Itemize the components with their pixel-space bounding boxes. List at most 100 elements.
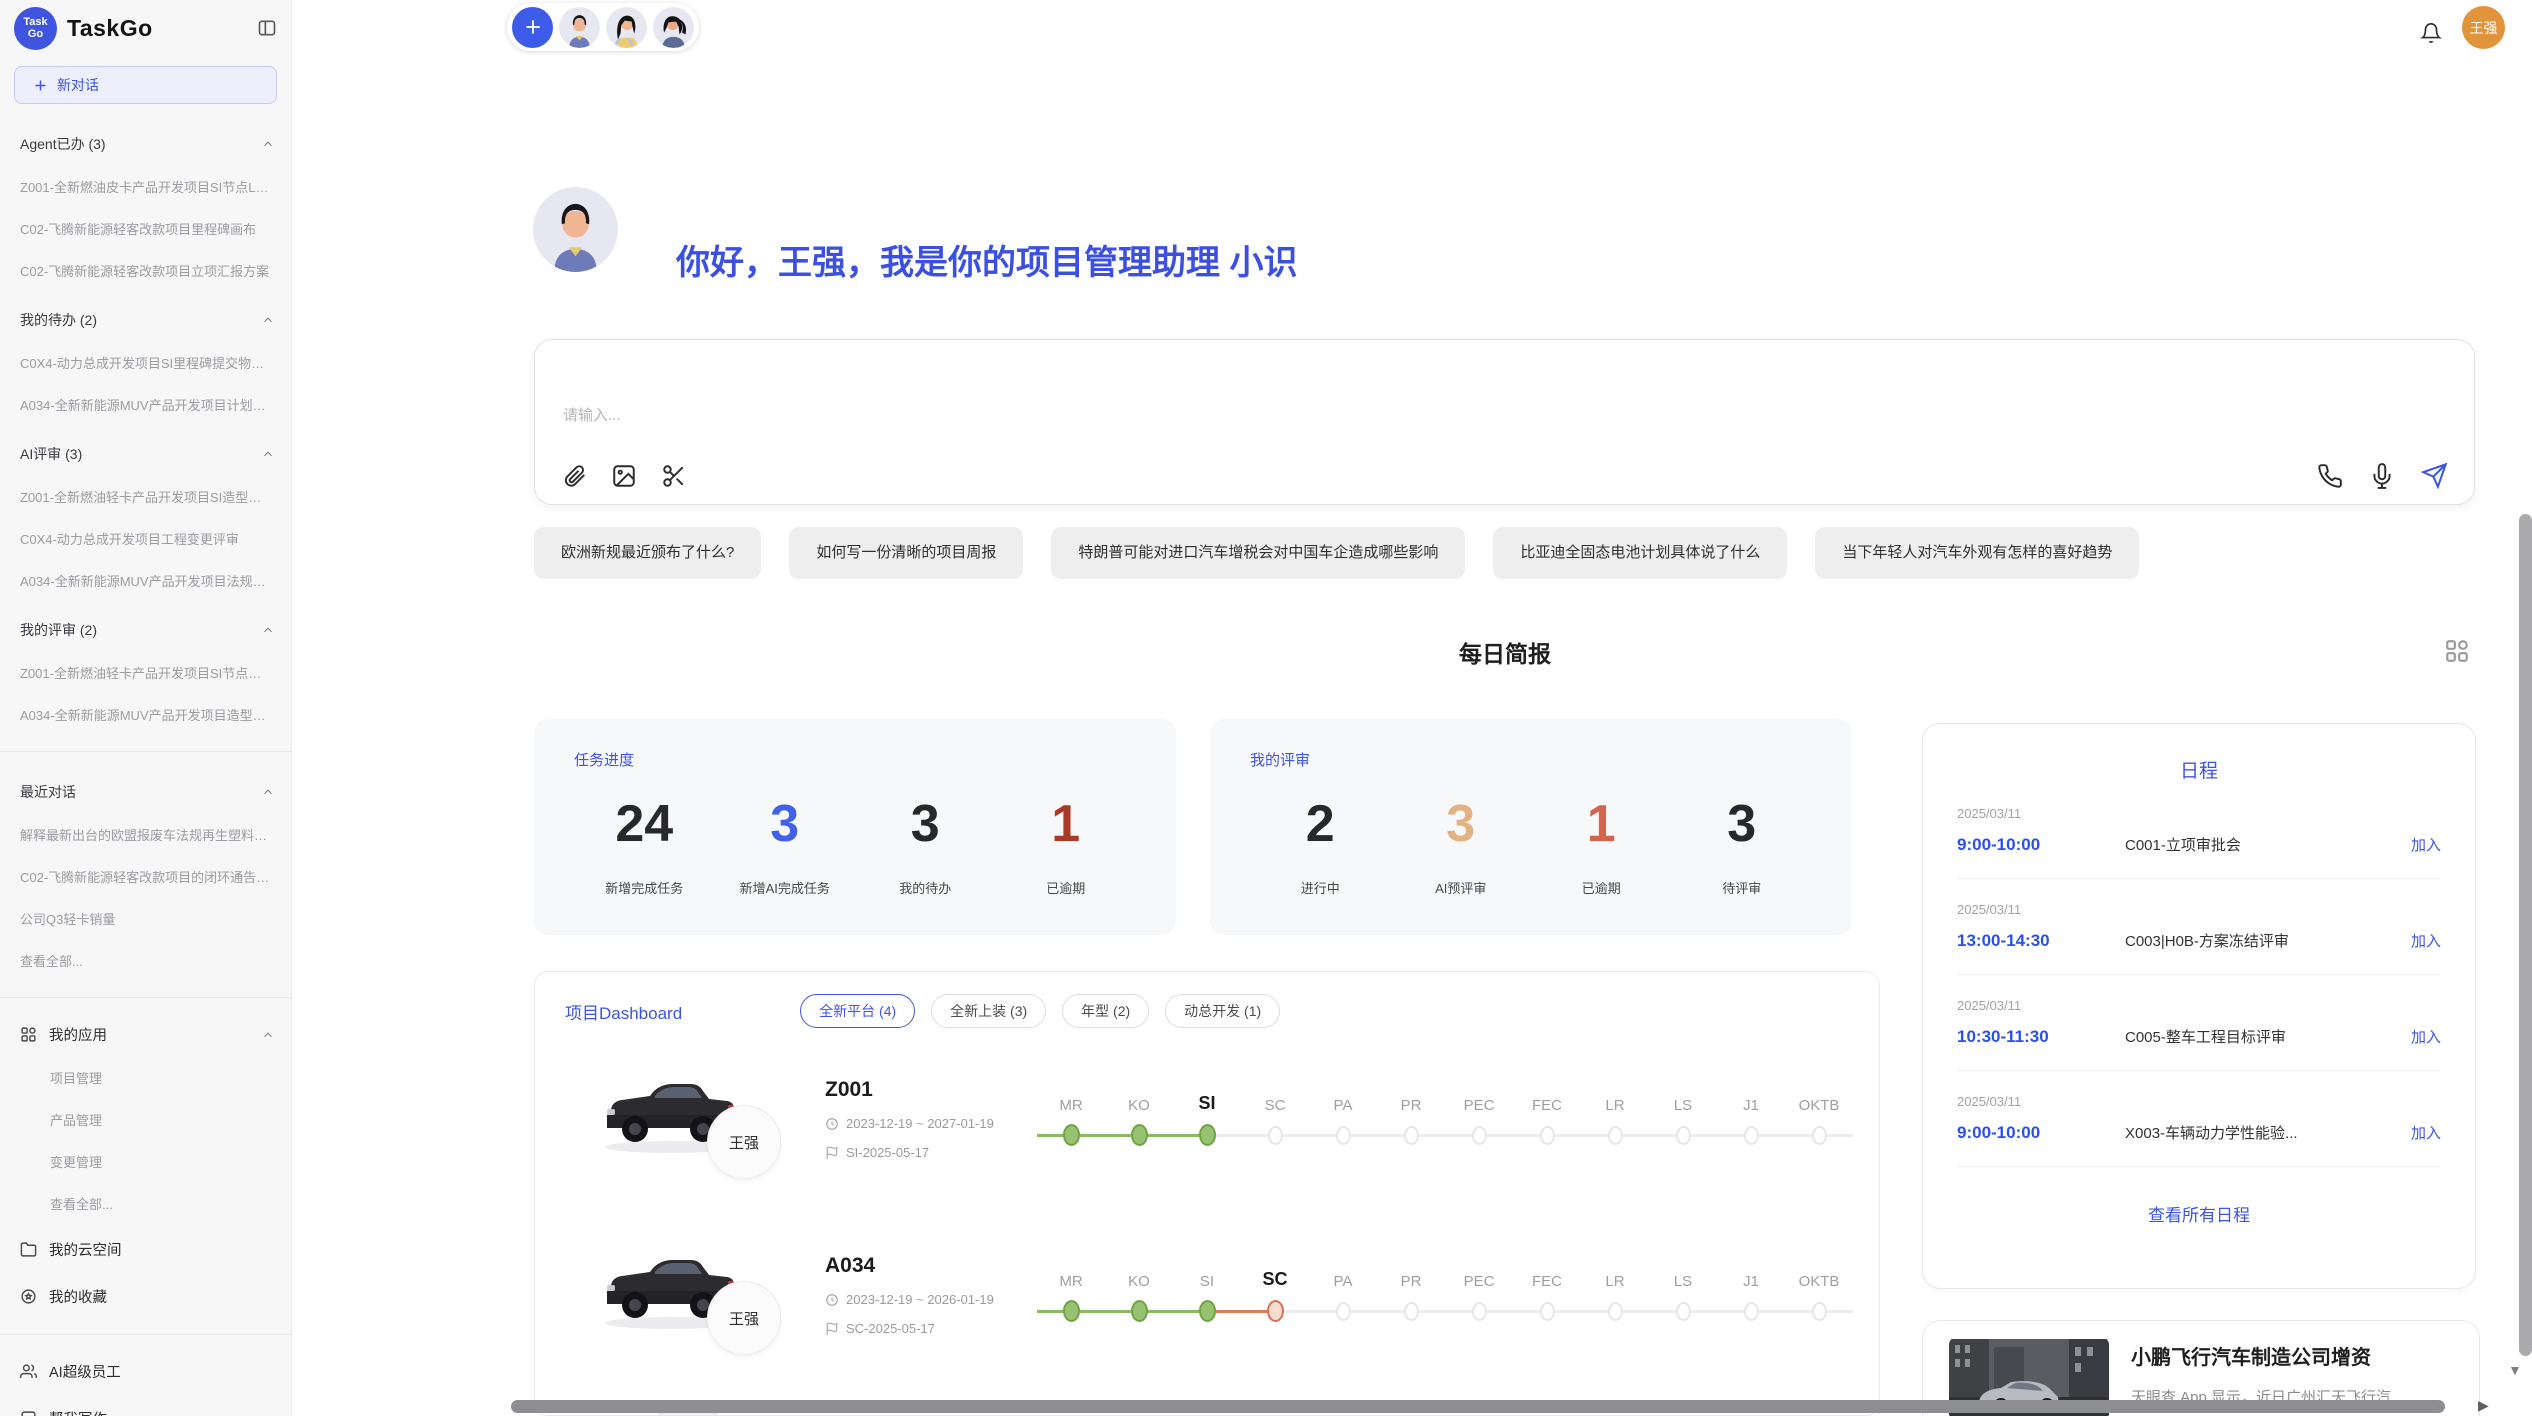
new-chat-label: 新对话 xyxy=(57,75,99,95)
chevron-up-icon[interactable] xyxy=(261,1028,275,1042)
sidebar-item[interactable]: C0X4-动力总成开发项目SI里程碑提交物检查 xyxy=(0,353,291,372)
view-all-schedule-link[interactable]: 查看所有日程 xyxy=(1923,1201,2475,1226)
schedule-entry: 2025/03/11 9:00-10:00 C001-立项审批会 加入 xyxy=(1923,806,2475,879)
project-code: Z001 xyxy=(825,1078,1037,1102)
microphone-icon[interactable] xyxy=(2369,463,2395,489)
sidebar-collapse-icon[interactable] xyxy=(257,18,277,38)
sidebar-item[interactable]: A034-全新新能源MUV产品开发项目计划变更表编写 xyxy=(0,395,291,414)
suggestion-chip[interactable]: 欧洲新规最近颁布了什么? xyxy=(534,527,761,579)
recent-view-all-link[interactable]: 查看全部... xyxy=(0,951,291,970)
chevron-up-icon[interactable] xyxy=(261,623,275,637)
project-row[interactable]: 王强 Z001 2023-12-19 ~ 2027-01-19 xyxy=(535,1034,1879,1204)
milestone-line xyxy=(1445,1134,1472,1137)
phone-icon[interactable] xyxy=(2317,463,2343,489)
chevron-up-icon[interactable] xyxy=(261,785,275,799)
dashboard-tab[interactable]: 动总开发 (1) xyxy=(1165,994,1280,1028)
chevron-up-icon[interactable] xyxy=(261,447,275,461)
image-icon[interactable] xyxy=(611,463,637,489)
sidebar-section: 我的评审 (2) Z001-全新燃油轻卡产品开发项目SI节点属性5D文件评审 A… xyxy=(0,620,291,724)
dashboard-tab[interactable]: 全新平台 (4) xyxy=(800,994,915,1028)
suggestion-chip[interactable]: 比亚迪全固态电池计划具体说了什么 xyxy=(1493,527,1787,579)
milestone: KO xyxy=(1105,1088,1173,1152)
recent-chat-item[interactable]: 解释最新出台的欧盟报废车法规再生塑料比例被调至15%... xyxy=(0,825,291,844)
sidebar-item[interactable]: Z001-全新燃油轻卡产品开发项目SI造型提交物评审 xyxy=(0,487,291,506)
milestone-dot xyxy=(1608,1302,1623,1321)
scissors-icon[interactable] xyxy=(661,463,687,489)
avatar[interactable] xyxy=(559,7,600,48)
sidebar-item-ai-staff[interactable]: AI超级员工 xyxy=(0,1361,291,1382)
project-image: 王强 xyxy=(595,1225,825,1365)
project-date-range: 2023-12-19 ~ 2026-01-19 xyxy=(846,1292,994,1307)
sidebar-item[interactable]: Z001-全新燃油皮卡产品开发项目SI节点Lesson Learn报告 xyxy=(0,177,291,196)
milestone-line xyxy=(1309,1134,1336,1137)
recent-chats-header[interactable]: 最近对话 xyxy=(0,782,291,802)
apps-view-all-link[interactable]: 查看全部... xyxy=(0,1194,291,1213)
milestone-line xyxy=(1649,1310,1676,1313)
milestone-label: J1 xyxy=(1743,1264,1759,1290)
join-link[interactable]: 加入 xyxy=(2411,930,2441,951)
vertical-scrollbar-thumb[interactable] xyxy=(2519,514,2532,1356)
scroll-down-arrow-icon[interactable]: ▼ xyxy=(2508,1362,2522,1378)
sidebar-item-cloud-space[interactable]: 我的云空间 xyxy=(0,1239,291,1260)
milestone: KO xyxy=(1105,1264,1173,1328)
sidebar-item[interactable]: A034-全新新能源MUV产品开发项目造型可行性评审 xyxy=(0,705,291,724)
project-row[interactable]: 王强 A034 2023-12-19 ~ 2026-01-19 xyxy=(535,1210,1879,1380)
schedule-time: 13:00-14:30 xyxy=(1957,931,2125,951)
suggestion-chip[interactable]: 当下年轻人对汽车外观有怎样的喜好趋势 xyxy=(1815,527,2139,579)
sidebar-item-favorites[interactable]: 我的收藏 xyxy=(0,1286,291,1307)
recent-chat-item[interactable]: 公司Q3轻卡销量 xyxy=(0,909,291,928)
project-dashboard-card: 项目Dashboard 全新平台 (4) 全新上装 (3) 年型 (2) 动总开… xyxy=(534,971,1880,1416)
user-avatar[interactable]: 王强 xyxy=(2462,6,2505,49)
new-chat-button[interactable]: 新对话 xyxy=(14,66,277,104)
sidebar-section-header[interactable]: 我的评审 (2) xyxy=(0,620,291,640)
sidebar-section-header[interactable]: 我的待办 (2) xyxy=(0,310,291,330)
layout-grid-icon[interactable] xyxy=(2444,638,2470,664)
join-link[interactable]: 加入 xyxy=(2411,1026,2441,1047)
project-image: 王强 xyxy=(595,1049,825,1189)
app-link[interactable]: 产品管理 xyxy=(0,1110,291,1129)
sidebar-item[interactable]: C02-飞腾新能源轻客改款项目立项汇报方案 xyxy=(0,261,291,280)
avatar[interactable] xyxy=(653,7,694,48)
avatar[interactable] xyxy=(606,7,647,48)
milestone-track xyxy=(1581,1294,1649,1328)
sidebar-item[interactable]: A034-全新新能源MUV产品开发项目法规符合性评审 xyxy=(0,571,291,590)
chevron-up-icon[interactable] xyxy=(261,137,275,151)
briefing-card: 我的评审 2 进行中 3 AI预评审 xyxy=(1210,719,1852,935)
sidebar-section-header[interactable]: Agent已办 (3) xyxy=(0,134,291,154)
milestone-dot xyxy=(1336,1302,1351,1321)
sidebar-section-header[interactable]: AI评审 (3) xyxy=(0,444,291,464)
horizontal-scrollbar-thumb[interactable] xyxy=(511,1400,2445,1413)
suggestion-chip[interactable]: 如何写一份清晰的项目周报 xyxy=(789,527,1023,579)
attachment-icon[interactable] xyxy=(561,463,587,489)
milestone-line xyxy=(1581,1310,1608,1313)
scroll-right-arrow-icon[interactable]: ▶ xyxy=(2478,1397,2489,1414)
notification-bell-icon[interactable] xyxy=(2420,22,2442,44)
chat-composer xyxy=(534,339,2475,505)
join-link[interactable]: 加入 xyxy=(2411,1122,2441,1143)
sidebar-item[interactable]: C02-飞腾新能源轻客改款项目里程碑画布 xyxy=(0,219,291,238)
recent-chat-item[interactable]: C02-飞腾新能源轻客改款项目的闭环通告反馈情况 xyxy=(0,867,291,886)
join-link[interactable]: 加入 xyxy=(2411,834,2441,855)
milestone-dot xyxy=(1744,1126,1759,1145)
dashboard-tab[interactable]: 年型 (2) xyxy=(1062,994,1149,1028)
milestone-line xyxy=(1623,1134,1650,1137)
users-icon xyxy=(20,1363,37,1380)
milestone: LS xyxy=(1649,1088,1717,1152)
milestone-track xyxy=(1785,1118,1853,1152)
add-agent-button[interactable] xyxy=(512,7,553,48)
send-icon[interactable] xyxy=(2421,462,2448,489)
milestone-dot xyxy=(1063,1124,1080,1146)
milestone-track xyxy=(1649,1294,1717,1328)
sidebar-item[interactable]: C0X4-动力总成开发项目工程变更评审 xyxy=(0,529,291,548)
chat-input[interactable] xyxy=(535,340,2474,444)
app-link[interactable]: 变更管理 xyxy=(0,1152,291,1171)
sidebar-item-my-apps[interactable]: 我的应用 xyxy=(0,1024,291,1045)
stat-label: 已逾期 xyxy=(1531,878,1672,897)
sidebar-item-help-write[interactable]: 帮我写作 xyxy=(0,1408,291,1416)
suggestion-chip[interactable]: 特朗普可能对进口汽车增税会对中国车企造成哪些影响 xyxy=(1051,527,1465,579)
chevron-up-icon[interactable] xyxy=(261,313,275,327)
sidebar-section-items: C0X4-动力总成开发项目SI里程碑提交物检查 A034-全新新能源MUV产品开… xyxy=(0,353,291,414)
sidebar-item[interactable]: Z001-全新燃油轻卡产品开发项目SI节点属性5D文件评审 xyxy=(0,663,291,682)
app-link[interactable]: 项目管理 xyxy=(0,1068,291,1087)
dashboard-tab[interactable]: 全新上装 (3) xyxy=(931,994,1046,1028)
